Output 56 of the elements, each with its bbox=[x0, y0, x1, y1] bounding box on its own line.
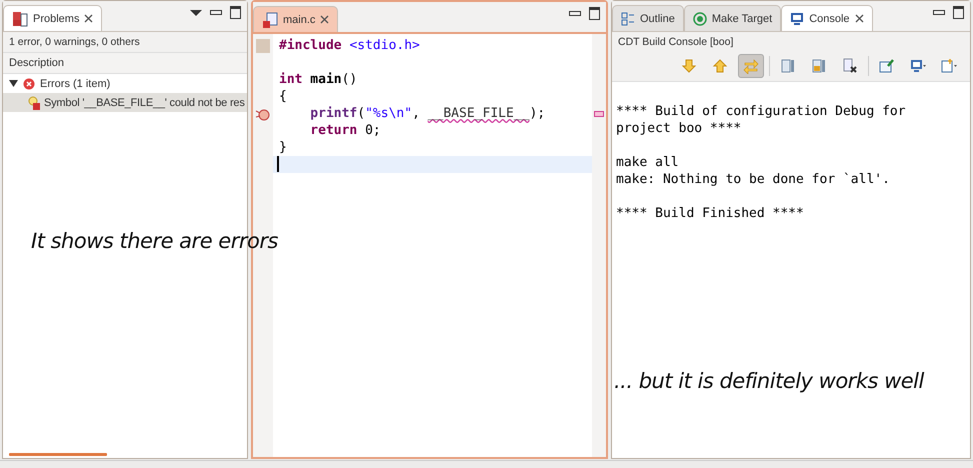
console-line: project boo **** bbox=[616, 120, 742, 137]
code-line: #include <stdio.h> bbox=[279, 37, 420, 54]
close-icon[interactable] bbox=[84, 14, 94, 23]
text-cursor bbox=[277, 156, 279, 172]
monitor-icon bbox=[790, 12, 804, 26]
pin-icon bbox=[879, 58, 895, 74]
view-tab[interactable]: Outline bbox=[612, 5, 684, 31]
code-line: printf("%s\n", __BASE_FILE__); bbox=[309, 105, 546, 122]
console-line: make: Nothing to be done for `all'. bbox=[616, 171, 891, 188]
swap-icon bbox=[743, 58, 759, 74]
view-tab[interactable]: Make Target bbox=[684, 5, 782, 31]
editor-tab[interactable]: main.c bbox=[253, 6, 338, 32]
scrollbar[interactable] bbox=[9, 453, 107, 456]
code-line: } bbox=[279, 139, 287, 156]
c-file-error-icon bbox=[262, 12, 278, 28]
maximize-icon[interactable] bbox=[589, 7, 600, 20]
column-header[interactable]: Description bbox=[3, 52, 247, 74]
code-line: int main() bbox=[279, 71, 358, 88]
lock-icon bbox=[811, 58, 827, 74]
display-icon bbox=[910, 58, 926, 74]
console-line: **** Build Finished **** bbox=[616, 205, 805, 222]
maximize-icon[interactable] bbox=[230, 6, 241, 19]
problem-text: Symbol '__BASE_FILE__' could not be res bbox=[44, 96, 245, 108]
code-line: return 0; bbox=[309, 122, 381, 139]
up-icon bbox=[712, 58, 728, 74]
expanded-arrow-icon[interactable] bbox=[9, 79, 18, 88]
outline-icon bbox=[621, 12, 635, 26]
group-label: Errors (1 item) bbox=[40, 78, 110, 90]
view-tab[interactable]: Console bbox=[781, 5, 873, 31]
bulb-error-icon bbox=[27, 96, 41, 110]
problem-row[interactable]: Symbol '__BASE_FILE__' could not be res bbox=[3, 93, 247, 112]
close-icon[interactable] bbox=[854, 14, 864, 23]
console-title: CDT Build Console [boo] bbox=[612, 32, 970, 52]
code-line: { bbox=[279, 88, 287, 105]
console-line: **** Build of configuration Debug for bbox=[616, 103, 907, 120]
handwritten-note: ... but it is definitely works well bbox=[614, 369, 924, 393]
view-menu-icon[interactable] bbox=[190, 10, 202, 16]
clear-icon bbox=[842, 58, 858, 74]
error-icon bbox=[23, 78, 35, 90]
down-icon bbox=[681, 58, 697, 74]
bug-icon bbox=[255, 106, 271, 120]
minimize-icon[interactable] bbox=[569, 11, 581, 16]
console-line: make all bbox=[616, 154, 680, 171]
handwritten-note: It shows there are errors bbox=[31, 229, 278, 253]
tree-row[interactable]: Errors (1 item) bbox=[3, 74, 247, 93]
error-mark[interactable] bbox=[594, 111, 604, 117]
minimize-icon[interactable] bbox=[210, 10, 222, 15]
problems-summary: 1 error, 0 warnings, 0 others bbox=[3, 32, 247, 52]
minimize-icon[interactable] bbox=[933, 10, 945, 15]
problems-tab[interactable]: Problems bbox=[3, 5, 102, 31]
problems-icon bbox=[12, 10, 28, 26]
target-icon bbox=[692, 12, 707, 26]
maximize-icon[interactable] bbox=[953, 6, 964, 19]
close-icon[interactable] bbox=[320, 15, 330, 24]
new-icon bbox=[941, 58, 957, 74]
save-icon bbox=[780, 58, 796, 74]
